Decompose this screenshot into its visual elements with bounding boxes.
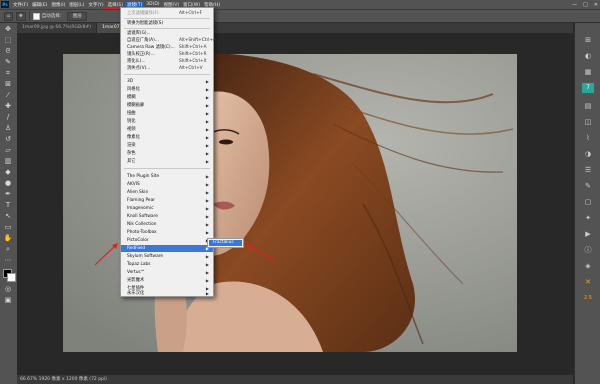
annotation-arrow-left <box>94 244 117 266</box>
annotation-arrows <box>94 243 276 266</box>
annotation-arrow-right <box>247 245 276 261</box>
